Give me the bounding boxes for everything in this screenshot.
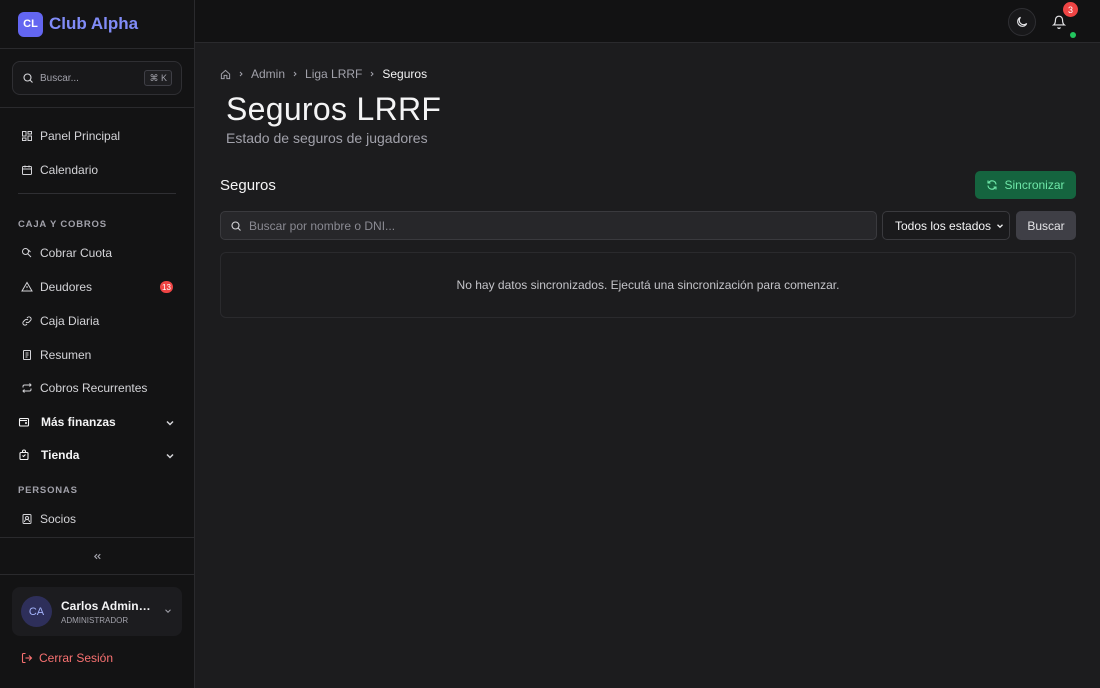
brand-name: Club Alpha xyxy=(49,14,139,33)
user-info: Carlos Adminis... ADMINISTRADOR xyxy=(61,599,153,625)
player-search-input[interactable]: Buscar por nombre o DNI... xyxy=(220,211,877,240)
link-icon xyxy=(22,316,32,326)
sidebar-item-label: Deudores xyxy=(40,280,93,294)
status-filter-select[interactable]: Todos los estados xyxy=(882,211,1010,240)
sidebar-search-placeholder: Buscar... xyxy=(40,72,79,84)
deudores-count-badge: 13 xyxy=(160,281,173,293)
page-title: Seguros LRRF xyxy=(226,91,442,127)
sidebar-item-label: Caja Diaria xyxy=(40,314,100,328)
sidebar-item-caja-diaria[interactable]: Caja Diaria xyxy=(12,307,182,335)
chevron-down-icon xyxy=(997,224,1003,229)
logout-icon xyxy=(21,652,33,664)
sidebar-search-input[interactable]: Buscar... ⌘ K xyxy=(12,61,182,95)
chevron-right-icon xyxy=(371,71,375,77)
sidebar-group-label: Más finanzas xyxy=(41,415,116,429)
sidebar-item-label: Cobros Recurrentes xyxy=(40,381,148,395)
empty-state: No hay datos sincronizados. Ejecutá una … xyxy=(220,252,1076,318)
sidebar-item-resumen[interactable]: Resumen xyxy=(12,341,182,369)
logout-button[interactable]: Cerrar Sesión xyxy=(21,651,113,665)
sidebar-item-cobrar-cuota[interactable]: Cobrar Cuota xyxy=(12,239,182,267)
breadcrumb-liga[interactable]: Liga LRRF xyxy=(305,67,362,81)
avatar: CA xyxy=(21,596,52,627)
search-icon xyxy=(23,73,33,83)
sidebar-item-label: Cobrar Cuota xyxy=(40,246,113,260)
breadcrumb-admin[interactable]: Admin xyxy=(251,67,285,81)
chevron-right-icon xyxy=(239,71,243,77)
breadcrumb: Admin Liga LRRF Seguros xyxy=(220,67,427,81)
sidebar-item-calendario[interactable]: Calendario xyxy=(12,156,182,184)
empty-state-message: No hay datos sincronizados. Ejecutá una … xyxy=(456,278,840,292)
breadcrumb-current: Seguros xyxy=(382,67,428,81)
sidebar-item-label: Panel Principal xyxy=(40,129,121,143)
online-status-dot xyxy=(1070,32,1076,38)
user-role: ADMINISTRADOR xyxy=(61,615,129,625)
grid-icon xyxy=(22,131,32,141)
chevron-down-icon xyxy=(166,453,174,459)
status-filter-value: Todos los estados xyxy=(895,218,992,233)
brand[interactable]: CL Club Alpha xyxy=(0,0,194,49)
theme-toggle-button[interactable] xyxy=(1008,8,1036,36)
sidebar: CL Club Alpha Buscar... ⌘ K Panel Princi… xyxy=(0,0,195,688)
topbar: 3 xyxy=(195,0,1100,43)
sidebar-group-label: Tienda xyxy=(41,448,80,462)
search-icon xyxy=(231,220,241,231)
bag-icon xyxy=(19,449,29,461)
coins-icon xyxy=(22,248,32,258)
user-menu[interactable]: CA Carlos Adminis... ADMINISTRADOR xyxy=(12,587,182,636)
sidebar-divider xyxy=(18,193,176,194)
sidebar-item-panel-principal[interactable]: Panel Principal xyxy=(12,122,182,150)
repeat-icon xyxy=(22,383,32,393)
chevron-down-icon xyxy=(166,420,174,426)
section-title: Seguros xyxy=(220,177,276,194)
wallet-icon xyxy=(18,417,30,427)
receipt-icon xyxy=(23,350,31,360)
sidebar-group-mas-finanzas[interactable]: Más finanzas xyxy=(12,408,182,436)
player-search-placeholder: Buscar por nombre o DNI... xyxy=(249,218,396,233)
section-label-caja: CAJA Y COBROS xyxy=(18,219,107,230)
notifications-count-badge: 3 xyxy=(1063,2,1078,17)
logout-label: Cerrar Sesión xyxy=(39,651,114,665)
calendar-icon xyxy=(22,165,32,175)
chevrons-left-icon xyxy=(93,553,101,559)
chevron-down-icon xyxy=(165,609,171,613)
section-label-personas: PERSONAS xyxy=(18,485,78,496)
moon-icon xyxy=(1017,16,1028,27)
home-icon[interactable] xyxy=(220,69,231,80)
sidebar-item-cobros-recurrentes[interactable]: Cobros Recurrentes xyxy=(12,374,182,402)
sync-label: Sincronizar xyxy=(1004,178,1065,192)
sidebar-search-section: Buscar... ⌘ K xyxy=(0,49,194,108)
chevron-right-icon xyxy=(293,71,297,77)
user-name: Carlos Adminis... xyxy=(61,598,153,613)
sidebar-group-tienda[interactable]: Tienda xyxy=(12,441,182,469)
sidebar-item-deudores[interactable]: Deudores 13 xyxy=(12,273,182,301)
id-card-icon xyxy=(22,514,32,524)
sidebar-item-socios[interactable]: Socios xyxy=(12,505,182,533)
sidebar-item-label: Resumen xyxy=(40,348,92,362)
sidebar-collapse-button[interactable] xyxy=(0,537,194,575)
page-subtitle: Estado de seguros de jugadores xyxy=(226,130,428,146)
warning-icon xyxy=(21,281,33,292)
sidebar-item-label: Socios xyxy=(40,512,77,526)
bell-icon xyxy=(1052,15,1066,29)
search-shortcut: ⌘ K xyxy=(144,70,172,86)
search-button[interactable]: Buscar xyxy=(1016,211,1076,240)
sidebar-item-label: Calendario xyxy=(40,163,99,177)
refresh-icon xyxy=(987,180,998,190)
sync-button[interactable]: Sincronizar xyxy=(975,171,1076,199)
brand-logo: CL xyxy=(18,11,43,37)
